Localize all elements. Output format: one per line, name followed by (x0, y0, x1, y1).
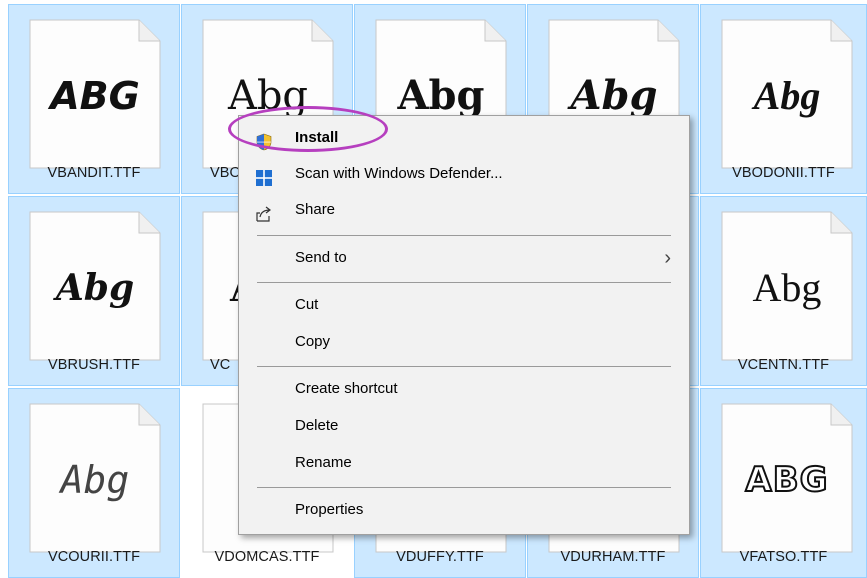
menu-item-label: Share (295, 201, 336, 218)
menu-item-label: Send to (295, 249, 347, 266)
file-name: VCENTN.TTF (737, 357, 830, 373)
file-name: VCOURII.TTF (47, 549, 141, 565)
font-sample: Abg (397, 72, 485, 119)
menu-separator (257, 366, 671, 367)
file-tile[interactable]: ABG VFATSO.TTF (700, 388, 867, 578)
chevron-right-icon: › (664, 247, 671, 269)
menu-item-properties[interactable]: Properties (239, 492, 689, 528)
font-file-icon: Abg (29, 211, 161, 361)
font-sample: Abg (752, 265, 822, 310)
font-file-icon: ABG (721, 403, 853, 553)
menu-item-label: Properties (295, 501, 364, 518)
menu-item-cut[interactable]: Cut (239, 287, 689, 323)
file-name: VBANDIT.TTF (47, 165, 141, 181)
menu-item-copy[interactable]: Copy (239, 324, 689, 360)
font-file-icon: Abg (721, 211, 853, 361)
menu-item-label: Create shortcut (295, 380, 398, 397)
menu-item-label: Rename (295, 454, 352, 471)
shield-icon (255, 129, 273, 151)
font-sample: Abg (55, 267, 135, 309)
font-file-icon: Abg (29, 403, 161, 553)
menu-item-label: Cut (295, 296, 319, 313)
menu-separator (257, 487, 671, 488)
font-file-icon: Abg (721, 19, 853, 169)
file-name: VDOMCAS.TTF (214, 549, 320, 565)
menu-item-label: Copy (295, 333, 331, 350)
share-icon (255, 201, 273, 222)
font-sample: Abg (60, 458, 130, 502)
font-sample: ABG (744, 459, 829, 501)
menu-item-rename[interactable]: Rename (239, 445, 689, 481)
font-sample: Abg (753, 73, 821, 118)
menu-separator (257, 282, 671, 283)
file-name: VDURHAM.TTF (560, 549, 666, 565)
file-tile[interactable]: Abg VCOURII.TTF (8, 388, 180, 578)
file-tile[interactable]: Abg VBRUSH.TTF (8, 196, 180, 386)
menu-item-label: Install (295, 129, 339, 146)
file-tile[interactable]: ABG VBANDIT.TTF (8, 4, 180, 194)
menu-item-install[interactable]: Install (239, 120, 689, 156)
menu-item-share[interactable]: Share (239, 192, 689, 228)
windows-defender-icon (255, 165, 273, 186)
menu-item-delete[interactable]: Delete (239, 408, 689, 444)
file-name: VBRUSH.TTF (47, 357, 141, 373)
file-tile[interactable]: Abg VBODONII.TTF (700, 4, 867, 194)
menu-item-scan[interactable]: Scan with Windows Defender... (239, 156, 689, 192)
font-sample: Abg (570, 72, 658, 119)
font-sample: ABG (50, 74, 140, 118)
file-tile[interactable]: Abg VCENTN.TTF (700, 196, 867, 386)
file-name: VBODONII.TTF (732, 165, 835, 181)
font-sample: Abg (227, 73, 309, 119)
menu-separator (257, 235, 671, 236)
file-name: VFATSO.TTF (739, 549, 828, 565)
menu-item-label: Scan with Windows Defender... (295, 165, 503, 182)
context-menu: Install Scan with Windows Defender... Sh… (238, 115, 690, 535)
menu-item-label: Delete (295, 417, 339, 434)
menu-item-send-to[interactable]: Send to › (239, 240, 689, 276)
font-file-icon: ABG (29, 19, 161, 169)
menu-item-create-shortcut[interactable]: Create shortcut (239, 371, 689, 407)
file-name: VDUFFY.TTF (396, 549, 484, 565)
